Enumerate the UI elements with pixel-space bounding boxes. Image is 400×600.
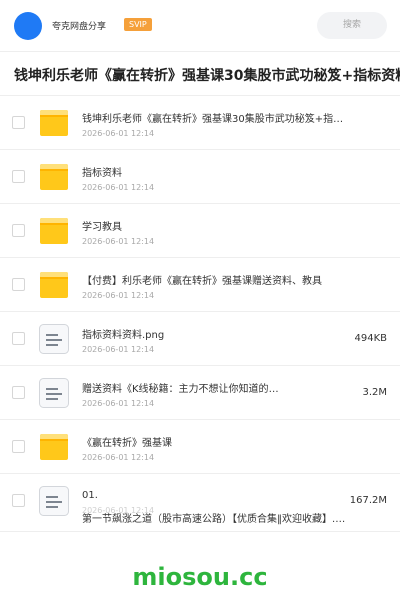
file-row[interactable]: 赠送资料《K线秘籍：主力不想让你知道的信号》【公里数】.pdf 2026-06-… <box>0 366 400 420</box>
file-date: 2026-06-01 12:14 <box>82 453 155 462</box>
file-name: 钱坤利乐老师《赢在转折》强基课30集股市武功秘笈+指标资料 <box>82 114 352 125</box>
page-title: 钱坤利乐老师《赢在转折》强基课30集股市武功秘笈+指标资料 <box>14 68 400 84</box>
file-date: 2026-06-01 12:14 <box>82 129 155 138</box>
header: 夸克网盘分享 SVIP 搜索 <box>0 0 400 52</box>
search-input[interactable]: 搜索 <box>317 12 387 39</box>
row-checkbox[interactable] <box>12 494 25 507</box>
file-row[interactable]: 学习教具 2026-06-01 12:14 <box>0 204 400 258</box>
file-name: 赠送资料《K线秘籍：主力不想让你知道的信号》【公里数】.pdf <box>82 384 282 395</box>
file-date: 2026-06-01 12:14 <box>82 237 155 246</box>
file-name: 指标资料资料.png <box>82 330 165 341</box>
avatar[interactable] <box>14 12 42 40</box>
file-row[interactable]: 01. 2026-06-01 12:14 第一节飙涨之道（股市高速公路）【优质合… <box>0 474 400 532</box>
file-row[interactable]: 【付费】利乐老师《赢在转折》强基课赠送资料、教具 2026-06-01 12:1… <box>0 258 400 312</box>
file-name-line-2: 第一节飙涨之道（股市高速公路）【优质合集‖欢迎收藏】.mp4 <box>82 514 352 525</box>
row-checkbox[interactable] <box>12 170 25 183</box>
file-row[interactable]: 《赢在转折》强基课 2026-06-01 12:14 <box>0 420 400 474</box>
file-icon <box>39 486 69 516</box>
file-name: 【付费】利乐老师《赢在转折》强基课赠送资料、教具 <box>82 276 322 287</box>
title-bar: 钱坤利乐老师《赢在转折》强基课30集股市武功秘笈+指标资料 <box>0 52 400 96</box>
share-name: 夸克网盘分享 <box>52 22 107 32</box>
file-name: 《赢在转折》强基课 <box>82 438 172 449</box>
folder-icon <box>40 434 68 460</box>
folder-icon <box>40 218 68 244</box>
file-row[interactable]: 指标资料 2026-06-01 12:14 <box>0 150 400 204</box>
file-icon <box>39 378 69 408</box>
file-size: 494KB <box>354 333 387 344</box>
folder-icon <box>40 110 68 136</box>
row-checkbox[interactable] <box>12 386 25 399</box>
row-checkbox[interactable] <box>12 224 25 237</box>
row-checkbox[interactable] <box>12 278 25 291</box>
file-date: 2026-06-01 12:14 <box>82 345 155 354</box>
file-size: 167.2M <box>349 495 387 506</box>
row-checkbox[interactable] <box>12 116 25 129</box>
file-size: 3.2M <box>362 387 387 398</box>
svip-badge: SVIP <box>124 18 152 31</box>
file-date: 2026-06-01 12:14 <box>82 183 155 192</box>
folder-icon <box>40 164 68 190</box>
row-checkbox[interactable] <box>12 332 25 345</box>
folder-icon <box>40 272 68 298</box>
file-date: 2026-06-01 12:14 <box>82 291 155 300</box>
file-row[interactable]: 指标资料资料.png 2026-06-01 12:14 494KB <box>0 312 400 366</box>
file-name: 01. <box>82 490 98 501</box>
file-name: 学习教具 <box>82 222 122 233</box>
file-date: 2026-06-01 12:14 <box>82 399 155 408</box>
file-icon <box>39 324 69 354</box>
site-watermark: miosou.cc <box>132 563 268 591</box>
file-row[interactable]: 钱坤利乐老师《赢在转折》强基课30集股市武功秘笈+指标资料 2026-06-01… <box>0 96 400 150</box>
file-name: 指标资料 <box>82 168 122 179</box>
file-list: 钱坤利乐老师《赢在转折》强基课30集股市武功秘笈+指标资料 2026-06-01… <box>0 96 400 532</box>
row-checkbox[interactable] <box>12 440 25 453</box>
